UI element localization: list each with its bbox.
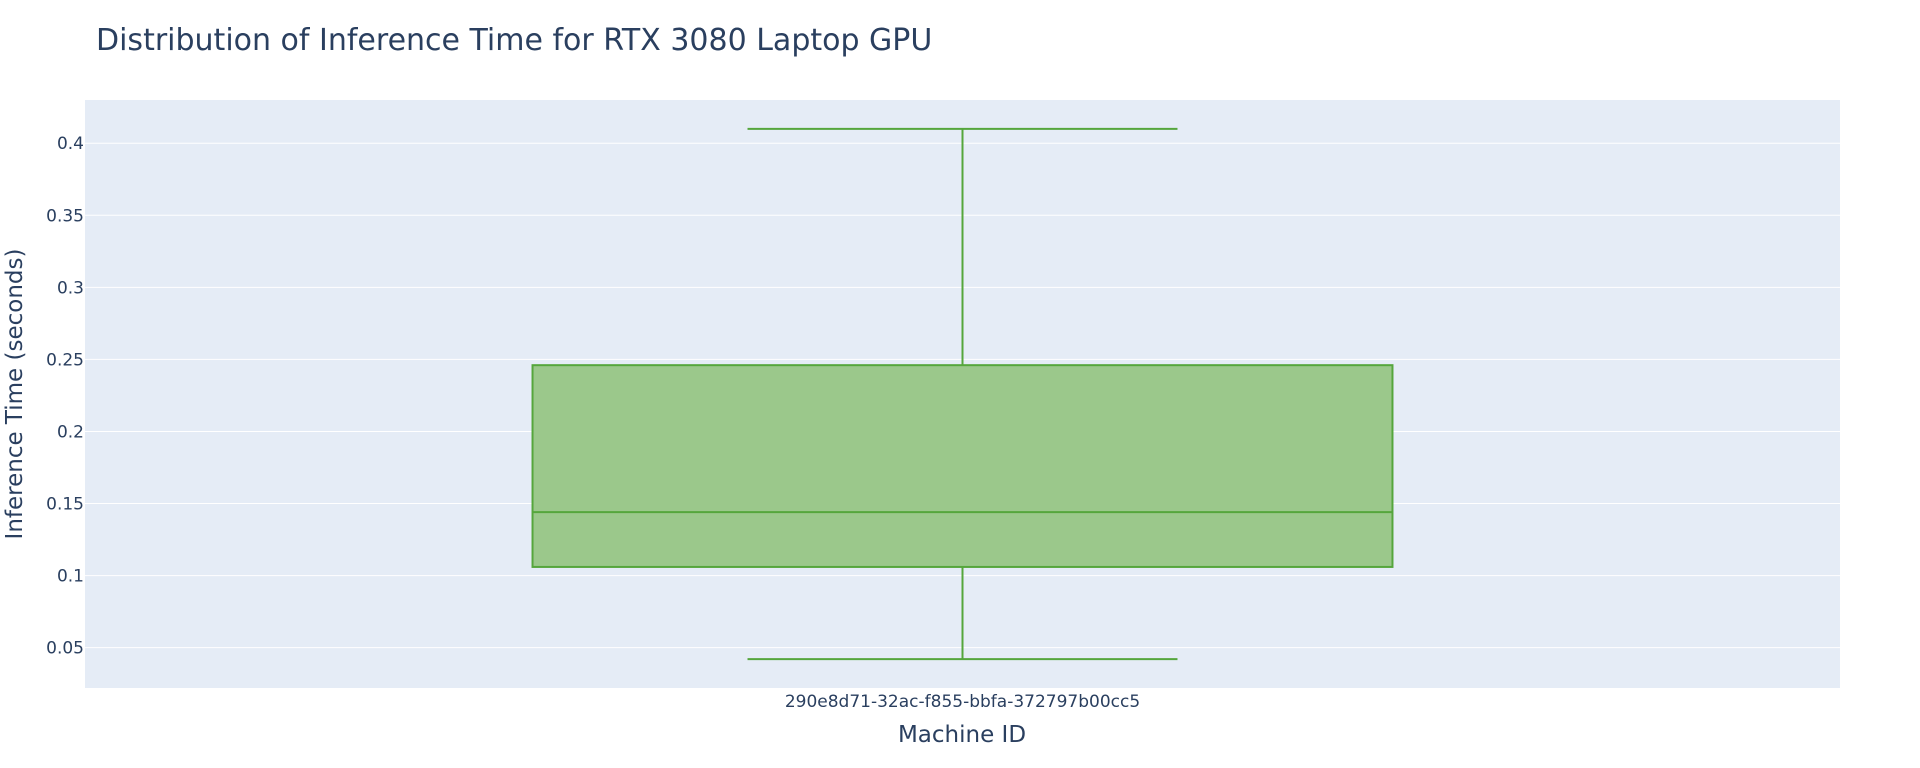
y-tick-label: 0.25 (46, 350, 84, 370)
y-tick-label: 0.3 (57, 278, 84, 298)
x-tick-label: 290e8d71-32ac-f855-bbfa-372797b00cc5 (785, 692, 1140, 712)
box-plot-chart: 0.05 0.1 0.15 0.2 0.25 0.3 0.35 0.4 290e8d71-32… (2, 23, 1840, 748)
iqr-box (531, 364, 1394, 568)
y-axis-title: Inference Time (seconds) (2, 249, 28, 540)
y-tick-label: 0.05 (46, 639, 84, 659)
x-tick-labels: 290e8d71-32ac-f855-bbfa-372797b00cc5 (785, 692, 1140, 712)
y-tick-label: 0.15 (46, 495, 84, 515)
y-tick-label: 0.35 (46, 206, 84, 226)
x-axis-title: Machine ID (898, 722, 1026, 748)
y-tick-label: 0.4 (57, 134, 84, 154)
chart-title: Distribution of Inference Time for RTX 3… (96, 23, 932, 58)
y-tick-label: 0.1 (57, 567, 84, 587)
y-tick-labels: 0.05 0.1 0.15 0.2 0.25 0.3 0.35 0.4 (46, 134, 84, 658)
y-tick-label: 0.2 (57, 422, 84, 442)
